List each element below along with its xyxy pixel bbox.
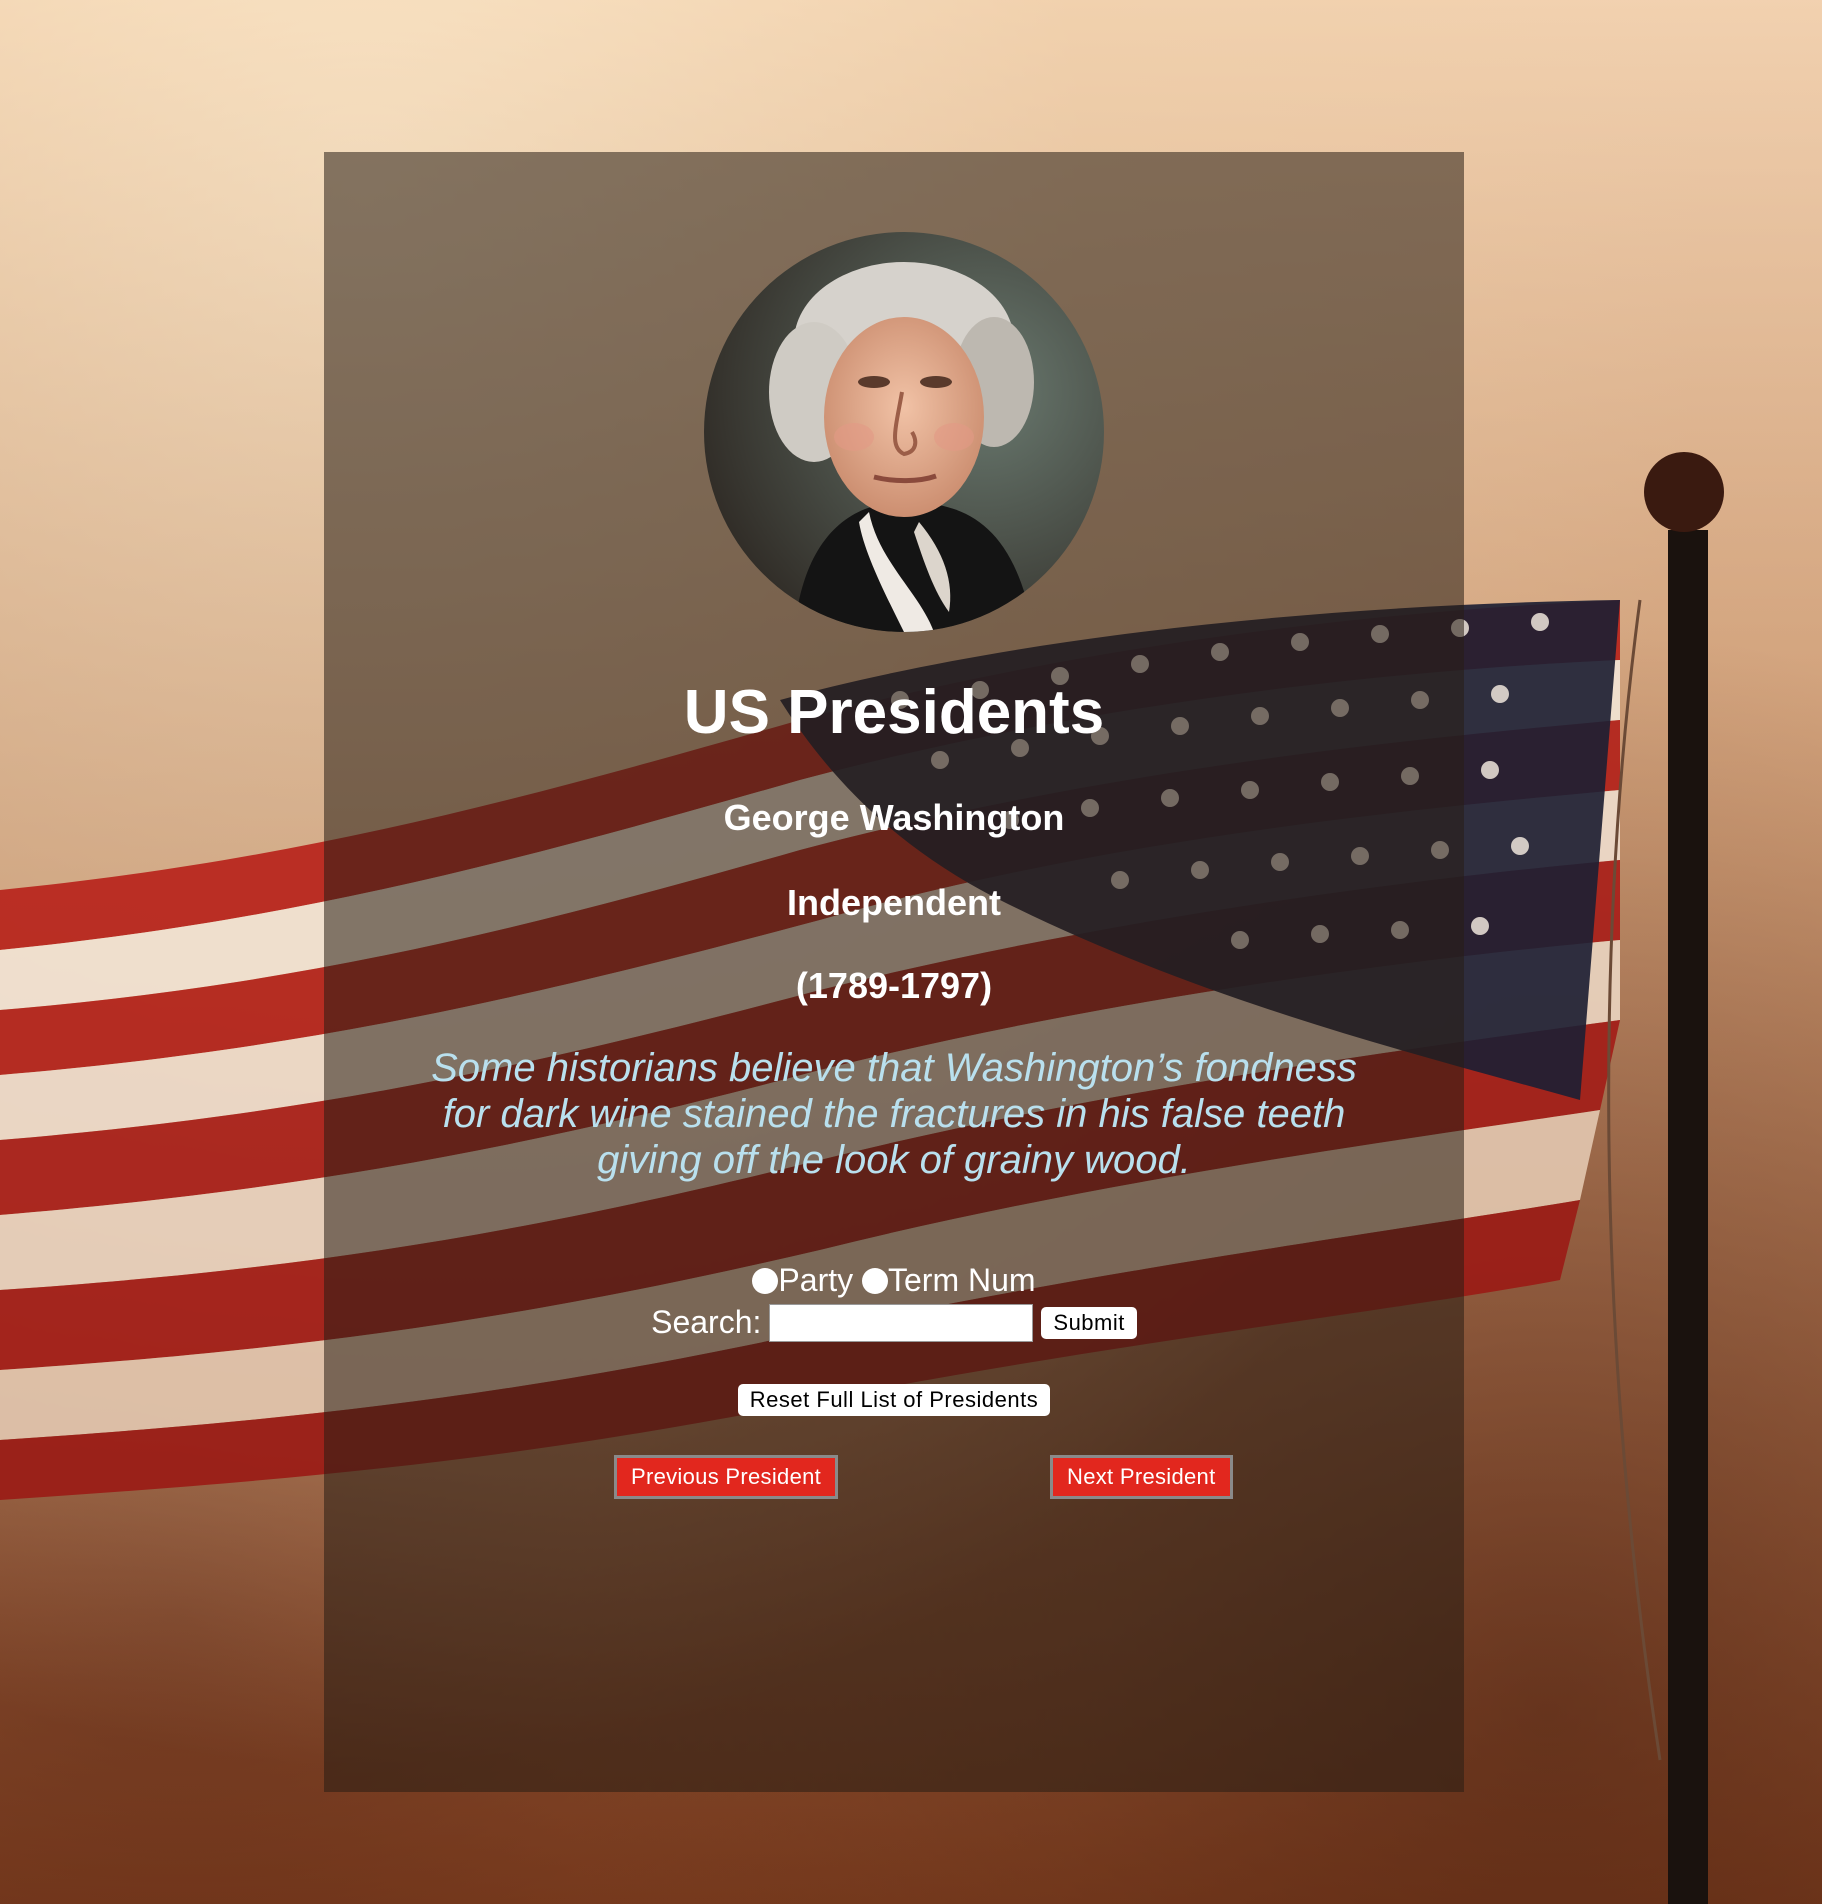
flag-pole [1668,530,1708,1904]
flag-pole-finial [1644,452,1724,532]
search-form: Search: Submit [324,1302,1464,1342]
president-term: (1789-1797) [795,965,993,1006]
search-filter-options: Party Term Num [324,1262,1464,1299]
president-party: Independent [787,882,1001,923]
reset-list-button[interactable]: Reset Full List of Presidents [737,1384,1051,1416]
term-num-radio[interactable] [862,1268,888,1294]
president-name: George Washington [723,797,1065,838]
previous-president-button[interactable]: Previous President [614,1455,839,1499]
portrait-image [704,232,1104,632]
term-num-radio-label: Term Num [888,1262,1036,1298]
president-card: US Presidents George Washington Independ… [324,152,1464,1792]
party-radio[interactable] [752,1268,779,1294]
search-input[interactable] [769,1303,1034,1342]
submit-button[interactable]: Submit [1041,1306,1137,1339]
president-portrait [704,232,1104,632]
search-label: Search: [651,1304,762,1341]
page-title: US Presidents [683,678,1105,747]
next-president-button[interactable]: Next President [1050,1455,1233,1499]
reset-row: Reset Full List of Presidents [324,1384,1464,1416]
president-fun-fact: Some historians believe that Washington’… [431,1046,1357,1182]
party-radio-label: Party [778,1262,854,1298]
